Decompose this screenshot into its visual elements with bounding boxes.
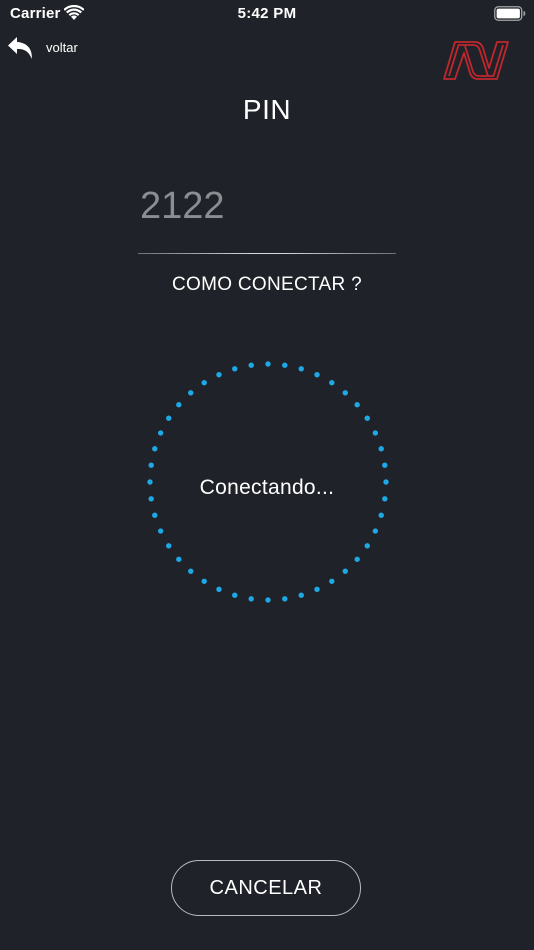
spinner-dot [298,592,304,598]
spinner-dot [157,528,164,534]
spinner-dot [354,402,360,408]
page-title: PIN [242,94,292,125]
spinner-dot [342,390,348,396]
spinner-dot [265,361,271,367]
spinner-dot [148,462,154,468]
spinner-dot [201,578,207,584]
spinner-dot [342,568,348,574]
spinner-dot [329,578,335,584]
spinner-dot [216,371,222,378]
spinner-dot [372,430,379,436]
spinner-dot [282,596,288,602]
spinner-dot [188,568,194,574]
connection-screen: Carrier 5:42 PM voltar PIN COMO CONECTAR… [0,0,534,950]
pin-underline [138,253,396,254]
status-bar: Carrier 5:42 PM [0,0,534,28]
spinner-dot [282,362,288,368]
battery-icon [494,6,526,21]
spinner-dot [232,592,238,598]
cancel-button[interactable]: CANCELAR [171,860,361,916]
spinner-dot [248,362,254,368]
spinner-dot [232,366,238,372]
spinner-dot [378,512,384,518]
back-button[interactable]: voltar [6,32,78,64]
spinner-dot [378,446,384,452]
spinner-dot [364,415,370,421]
back-arrow-icon [8,37,32,59]
spinner-dot [329,380,335,386]
spinner-dot [152,512,158,518]
spinner-dot [201,380,207,386]
spinner-dot [382,462,388,468]
spinner-dot [248,596,254,602]
status-time: 5:42 PM [237,5,297,22]
spinner-dot [188,390,194,396]
how-to-connect-link[interactable]: COMO CONECTAR ? [0,274,534,296]
spinner-dot [157,430,164,436]
spinner-dot [152,446,158,452]
spinner-dot [314,371,320,378]
spinner-dot [364,543,370,549]
connection-status: Conectando... [199,476,335,499]
back-label: voltar [46,39,78,55]
spinner-dot [166,415,172,421]
spinner-dot [314,586,320,593]
spinner-dot [372,528,379,534]
spinner-dot [176,556,182,562]
spinner-dot [216,586,222,593]
pin-input[interactable] [138,180,398,232]
brand-logo [443,41,509,80]
spinner-dot [354,556,360,562]
spinner-dot [265,597,271,603]
spinner-dot [166,543,172,549]
spinner-dot [298,366,304,372]
spinner-dot [176,402,182,408]
